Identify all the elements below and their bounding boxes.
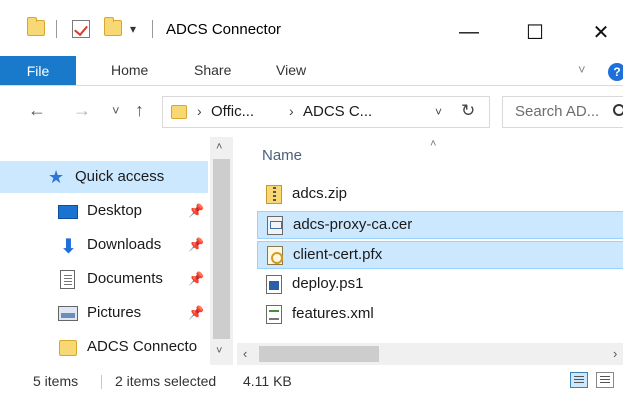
sidebar-item-label: Pictures [87, 304, 142, 321]
breadcrumb-separator: › [289, 103, 294, 119]
details-view-icon[interactable] [570, 372, 588, 388]
pin-icon[interactable]: 📌 [188, 271, 204, 287]
maximize-button[interactable]: ☐ [512, 12, 558, 52]
scroll-down-icon[interactable]: ˅ [216, 345, 222, 357]
tab-share[interactable]: Share [194, 62, 231, 78]
status-separator [101, 375, 102, 389]
selection-count: 2 items selected [115, 373, 217, 389]
sidebar-item-adcs-connector[interactable]: ADCS Connecto [0, 331, 208, 363]
search-icon [613, 104, 623, 116]
status-bar: 5 items 2 items selected 4.11 KB [0, 366, 623, 393]
star-icon: ★ [48, 167, 65, 187]
window-title: ADCS Connector [166, 21, 282, 38]
file-row[interactable]: features.xml [257, 301, 623, 329]
item-count: 5 items [33, 373, 79, 389]
sidebar-item-label: Downloads [87, 236, 162, 253]
sort-ascending-icon: ˄ [430, 138, 437, 150]
folder-icon [171, 105, 187, 119]
large-icons-view-icon[interactable] [596, 372, 614, 388]
sidebar-item-desktop[interactable]: Desktop 📌 [0, 195, 208, 227]
quick-access-toolbar-dropdown[interactable]: ▾ [130, 22, 136, 36]
file-row[interactable]: deploy.ps1 [257, 271, 623, 299]
file-name: client-cert.pfx [293, 246, 383, 263]
scroll-right-icon[interactable]: › [613, 346, 617, 361]
file-name: adcs-proxy-ca.cer [293, 216, 413, 233]
ribbon-divider [0, 85, 623, 86]
scrollbar-thumb[interactable] [213, 159, 230, 339]
nav-pane-scrollbar[interactable]: ˄ ˅ [210, 137, 233, 365]
file-name: features.xml [292, 305, 374, 322]
sidebar-item-documents[interactable]: Documents 📌 [0, 263, 208, 295]
navigation-pane: ★ Quick access Desktop 📌 ⬇ Downloads 📌 D… [0, 137, 233, 365]
file-row[interactable]: client-cert.pfx [257, 241, 623, 269]
scrollbar-thumb[interactable] [259, 346, 379, 362]
back-button[interactable]: ← [28, 100, 46, 121]
sidebar-item-label: ADCS Connecto [87, 338, 198, 355]
title-bar: ▾ ADCS Connector — ☐ ✕ [0, 0, 623, 56]
zip-icon [266, 185, 282, 204]
search-input[interactable]: Search AD... [502, 96, 623, 128]
title-separator [152, 20, 153, 38]
powershell-icon [266, 275, 282, 294]
file-list-hscrollbar[interactable]: ‹ › [237, 343, 623, 365]
breadcrumb-office[interactable]: Offic... [211, 103, 254, 120]
pin-icon[interactable]: 📌 [188, 237, 204, 253]
sidebar-item-label: Quick access [75, 168, 165, 185]
file-name: deploy.ps1 [292, 275, 364, 292]
address-bar[interactable]: › Offic... › ADCS C... ˅ ↻ [162, 96, 490, 128]
recent-locations-button[interactable]: ˅ [112, 103, 120, 118]
title-separator [56, 20, 57, 38]
folder-icon [27, 17, 45, 36]
pfx-key-icon [267, 246, 283, 265]
download-arrow-icon: ⬇ [60, 236, 77, 258]
help-icon[interactable]: ? [608, 63, 623, 81]
up-button[interactable]: ↑ [135, 100, 144, 121]
scroll-up-icon[interactable]: ˄ [216, 141, 222, 153]
breadcrumb-adcs[interactable]: ADCS C... [303, 103, 372, 120]
certificate-icon [267, 216, 283, 235]
pictures-icon [58, 306, 78, 321]
breadcrumb-separator: › [197, 103, 202, 119]
sidebar-item-label: Documents [87, 270, 163, 287]
folder-icon [59, 340, 77, 356]
scroll-left-icon[interactable]: ‹ [243, 346, 247, 361]
xml-icon [266, 305, 282, 324]
forward-button[interactable]: → [73, 100, 91, 121]
file-list: ˄ Name adcs.zip adcs-proxy-ca.cer client… [245, 137, 623, 365]
minimize-button[interactable]: — [446, 12, 492, 52]
new-folder-icon[interactable] [104, 17, 122, 36]
selection-size: 4.11 KB [243, 373, 292, 389]
tab-home[interactable]: Home [111, 62, 148, 78]
sidebar-item-label: Desktop [87, 202, 143, 219]
sidebar-item-pictures[interactable]: Pictures 📌 [0, 297, 208, 329]
sidebar-item-quick-access[interactable]: ★ Quick access [0, 161, 208, 193]
pin-icon[interactable]: 📌 [188, 203, 204, 219]
documents-icon [60, 270, 75, 289]
tab-file[interactable]: File [0, 56, 76, 86]
desktop-icon [58, 205, 78, 219]
file-row[interactable]: adcs.zip [257, 181, 623, 209]
tab-view[interactable]: View [276, 62, 306, 78]
refresh-icon[interactable]: ↻ [461, 101, 475, 121]
sidebar-item-downloads[interactable]: ⬇ Downloads 📌 [0, 229, 208, 261]
expand-ribbon-icon[interactable]: ˅ [578, 62, 586, 77]
column-header-name[interactable]: Name [262, 147, 302, 164]
properties-check-icon[interactable] [72, 20, 90, 38]
address-dropdown-icon[interactable]: ˅ [435, 105, 442, 119]
pin-icon[interactable]: 📌 [188, 305, 204, 321]
file-row[interactable]: adcs-proxy-ca.cer [257, 211, 623, 239]
file-name: adcs.zip [292, 185, 348, 202]
search-placeholder: Search AD... [515, 103, 600, 120]
ribbon-tabs: File Home Share View ˅ ? [0, 56, 623, 86]
close-button[interactable]: ✕ [578, 12, 623, 52]
